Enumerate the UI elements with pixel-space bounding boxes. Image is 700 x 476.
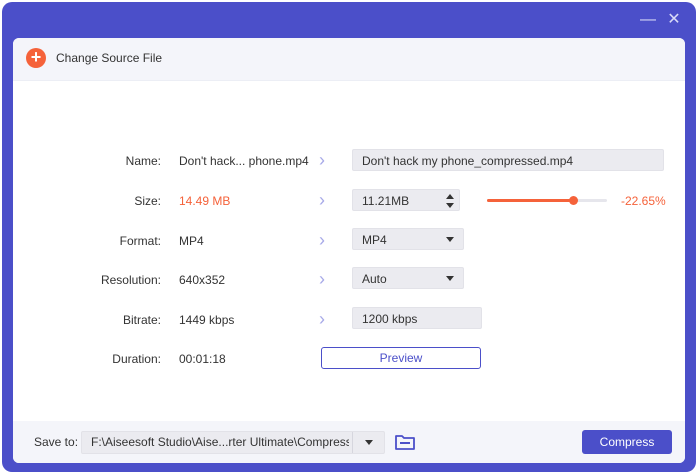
- preview-button[interactable]: Preview: [321, 347, 481, 369]
- duration-label: Duration:: [112, 352, 161, 366]
- size-slider-fill: [487, 199, 574, 202]
- resolution-label: Resolution:: [100, 273, 161, 287]
- caret-down-icon: [446, 276, 454, 281]
- save-path-value: F:\Aiseesoft Studio\Aise...rter Ultimate…: [91, 435, 349, 449]
- chevron-right-icon: ›: [319, 230, 325, 250]
- resolution-selected: Auto: [362, 272, 387, 286]
- source-resolution: 640x352: [179, 273, 226, 287]
- caret-down-icon[interactable]: [365, 440, 373, 445]
- output-size-value: 11.21MB: [362, 194, 410, 208]
- close-button[interactable]: ✕: [664, 10, 684, 30]
- output-size-stepper[interactable]: 11.21MB: [352, 189, 460, 211]
- compress-window: — ✕ + Change Source File Name: Don't hac…: [2, 2, 696, 472]
- format-label: Format:: [119, 234, 161, 248]
- size-spinner[interactable]: [445, 193, 455, 209]
- source-format: MP4: [179, 234, 204, 248]
- chevron-right-icon: ›: [319, 309, 325, 329]
- size-reduction-percent: -22.65%: [621, 194, 666, 208]
- format-dropdown[interactable]: MP4: [352, 228, 464, 250]
- format-selected: MP4: [362, 233, 387, 247]
- size-label: Size:: [134, 194, 161, 208]
- caret-down-icon: [446, 237, 454, 242]
- main-panel: + Change Source File Name: Don't hack...…: [13, 38, 685, 463]
- folder-icon[interactable]: [394, 433, 416, 451]
- source-size: 14.49 MB: [179, 194, 231, 208]
- chevron-right-icon: ›: [319, 150, 325, 170]
- chevron-right-icon: ›: [319, 190, 325, 210]
- save-to-label: Save to:: [34, 435, 79, 449]
- title-bar: — ✕: [2, 2, 696, 38]
- source-duration: 00:01:18: [179, 352, 226, 366]
- caret-down-icon[interactable]: [446, 203, 454, 208]
- chevron-right-icon: ›: [319, 269, 325, 289]
- source-name: Don't hack... phone.mp4: [179, 154, 309, 168]
- plus-circle-icon: +: [26, 48, 46, 68]
- size-slider-thumb[interactable]: [569, 196, 579, 205]
- resolution-dropdown[interactable]: Auto: [352, 267, 464, 289]
- output-name-field[interactable]: Don't hack my phone_compressed.mp4: [352, 149, 664, 171]
- output-bitrate-field[interactable]: 1200 kbps: [352, 307, 482, 329]
- bottom-bar: Save to: F:\Aiseesoft Studio\Aise...rter…: [13, 421, 685, 463]
- path-divider: [352, 432, 353, 453]
- caret-up-icon[interactable]: [446, 194, 454, 199]
- minimize-button[interactable]: —: [638, 10, 658, 30]
- compress-button[interactable]: Compress: [582, 430, 672, 454]
- top-bar: + Change Source File: [13, 38, 685, 81]
- change-source-label: Change Source File: [56, 51, 163, 65]
- size-slider[interactable]: [487, 196, 607, 205]
- change-source-button[interactable]: + Change Source File: [26, 48, 162, 68]
- bitrate-label: Bitrate:: [122, 313, 161, 327]
- name-label: Name:: [125, 154, 161, 168]
- source-bitrate: 1449 kbps: [179, 313, 235, 327]
- save-path-dropdown[interactable]: F:\Aiseesoft Studio\Aise...rter Ultimate…: [81, 431, 385, 454]
